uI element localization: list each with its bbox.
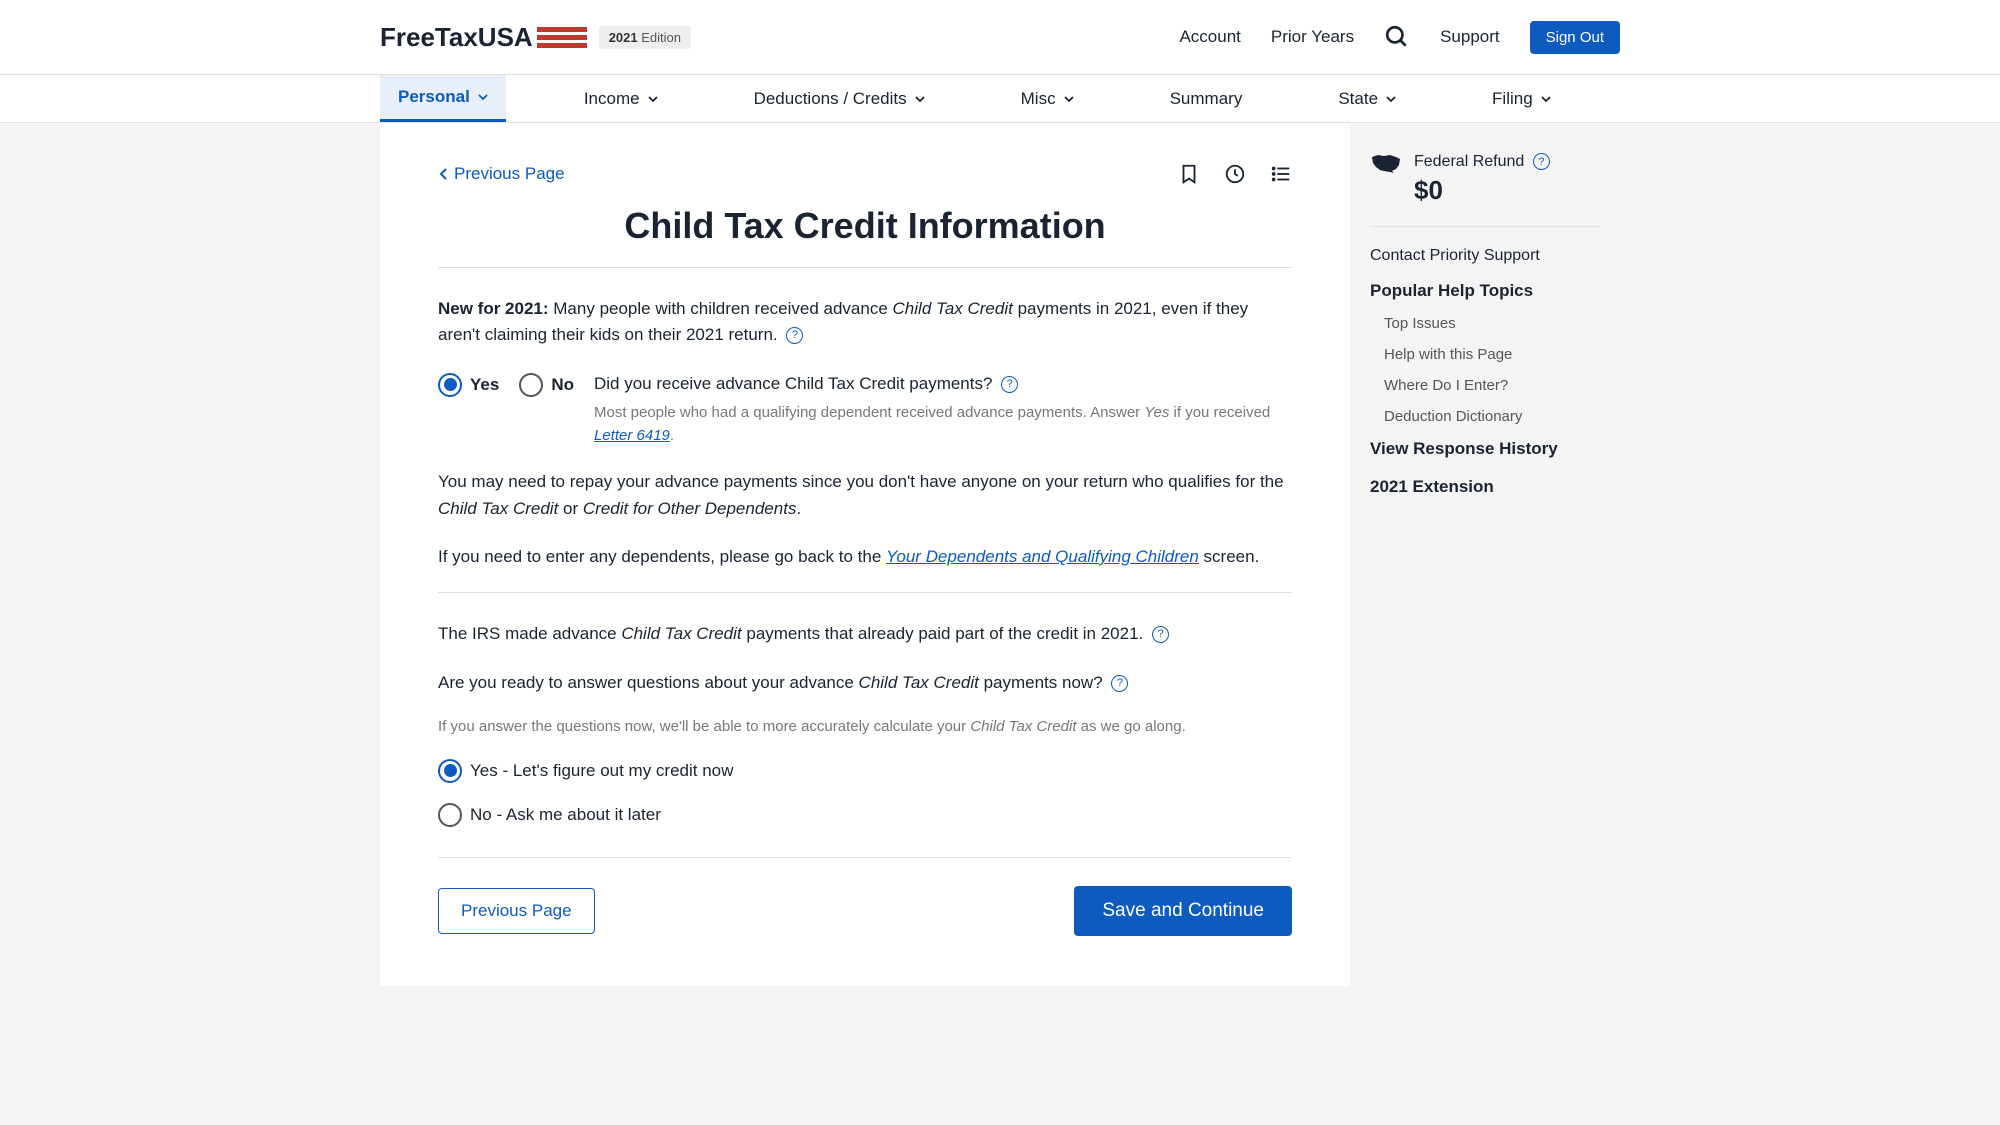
question-1: Yes No Did you receive advance Child Tax… xyxy=(438,371,1292,448)
button-row: Previous Page Save and Continue xyxy=(438,886,1292,936)
question-2: Yes - Let's figure out my credit now No … xyxy=(438,759,1292,827)
usa-map-icon xyxy=(1370,153,1402,175)
help-icon[interactable]: ? xyxy=(1111,675,1128,692)
menu-bar: Personal Income Deductions / Credits Misc Su… xyxy=(0,75,2000,123)
radio-checked-icon xyxy=(438,759,462,783)
previous-page-link[interactable]: Previous Page xyxy=(438,164,565,184)
help-icon[interactable]: ? xyxy=(1001,376,1018,393)
contact-support-link[interactable]: Contact Priority Support xyxy=(1370,247,1600,265)
chevron-down-icon xyxy=(915,94,925,104)
bookmark-icon[interactable] xyxy=(1178,163,1200,185)
nav-account[interactable]: Account xyxy=(1179,27,1240,47)
divider xyxy=(438,592,1292,593)
menu-item-income[interactable]: Income xyxy=(566,75,676,122)
radio-checked-icon xyxy=(438,373,462,397)
intro-bold: New for 2021: xyxy=(438,299,549,318)
chevron-left-icon xyxy=(438,167,448,181)
nav-support[interactable]: Support xyxy=(1440,27,1500,47)
menu-item-state[interactable]: State xyxy=(1320,75,1414,122)
intro-paragraph: New for 2021: Many people with children … xyxy=(438,296,1292,349)
logo-group: FreeTaxUSA 2021 Edition xyxy=(380,22,691,53)
q1-text: Did you receive advance Child Tax Credit… xyxy=(594,371,1292,397)
toolbar-icons xyxy=(1178,163,1292,185)
view-response-history-link[interactable]: View Response History xyxy=(1370,439,1600,459)
chevron-down-icon xyxy=(478,92,488,102)
divider xyxy=(438,857,1292,858)
help-topic-link[interactable]: Help with this Page xyxy=(1384,346,1600,363)
divider xyxy=(438,267,1292,268)
content-panel: Previous Page Child Tax Credit Informati… xyxy=(380,123,1350,986)
top-header: FreeTaxUSA 2021 Edition Account Prior Ye… xyxy=(0,0,2000,75)
refund-box: Federal Refund ? $0 xyxy=(1370,153,1600,227)
nav-prior-years[interactable]: Prior Years xyxy=(1271,27,1354,47)
logo[interactable]: FreeTaxUSA xyxy=(380,22,587,53)
extension-link[interactable]: 2021 Extension xyxy=(1370,477,1600,497)
chevron-down-icon xyxy=(1541,94,1551,104)
help-topic-link[interactable]: Deduction Dictionary xyxy=(1384,408,1600,425)
radio-unchecked-icon xyxy=(519,373,543,397)
ready-paragraph: Are you ready to answer questions about … xyxy=(438,670,1292,696)
dependents-paragraph: If you need to enter any dependents, ple… xyxy=(438,544,1292,570)
dependents-link[interactable]: Your Dependents and Qualifying Children xyxy=(886,547,1199,566)
irs-paragraph: The IRS made advance Child Tax Credit pa… xyxy=(438,621,1292,647)
menu-item-deductions-credits[interactable]: Deductions / Credits xyxy=(736,75,943,122)
flag-stripes-icon xyxy=(537,24,587,51)
radio-unchecked-icon xyxy=(438,803,462,827)
chevron-down-icon xyxy=(1386,94,1396,104)
q2-radio-no[interactable]: No - Ask me about it later xyxy=(438,803,1292,827)
help-icon[interactable]: ? xyxy=(786,327,803,344)
edition-year: 2021 xyxy=(609,30,638,45)
q2-radio-yes[interactable]: Yes - Let's figure out my credit now xyxy=(438,759,1292,783)
page-title: Child Tax Credit Information xyxy=(438,205,1292,247)
logo-text: FreeTaxUSA xyxy=(380,22,533,53)
help-topic-link[interactable]: Top Issues xyxy=(1384,315,1600,332)
list-icon[interactable] xyxy=(1270,163,1292,185)
edition-label: Edition xyxy=(641,30,681,45)
chevron-down-icon xyxy=(1064,94,1074,104)
top-nav: Account Prior Years Support Sign Out xyxy=(1179,21,1620,54)
previous-page-label: Previous Page xyxy=(454,164,565,184)
letter-6419-link[interactable]: Letter 6419 xyxy=(594,427,670,444)
refund-amount: $0 xyxy=(1414,175,1550,206)
menu-item-personal[interactable]: Personal xyxy=(380,75,506,122)
menu-item-misc[interactable]: Misc xyxy=(1003,75,1092,122)
side-panel: Federal Refund ? $0 Contact Priority Sup… xyxy=(1350,123,1620,986)
clock-icon[interactable] xyxy=(1224,163,1246,185)
refund-label: Federal Refund ? xyxy=(1414,153,1550,171)
q1-radio-yes[interactable]: Yes xyxy=(438,373,499,397)
popular-topics-heading: Popular Help Topics xyxy=(1370,281,1600,301)
menu-item-summary[interactable]: Summary xyxy=(1152,75,1261,122)
sign-out-button[interactable]: Sign Out xyxy=(1530,21,1620,54)
previous-page-button[interactable]: Previous Page xyxy=(438,888,595,934)
help-icon[interactable]: ? xyxy=(1533,153,1550,170)
help-topic-link[interactable]: Where Do I Enter? xyxy=(1384,377,1600,394)
save-continue-button[interactable]: Save and Continue xyxy=(1074,886,1292,936)
menu-item-filing[interactable]: Filing xyxy=(1474,75,1569,122)
help-icon[interactable]: ? xyxy=(1152,626,1169,643)
chevron-down-icon xyxy=(648,94,658,104)
repay-paragraph: You may need to repay your advance payme… xyxy=(438,469,1292,522)
search-icon[interactable] xyxy=(1384,24,1410,50)
q1-radio-no[interactable]: No xyxy=(519,373,574,397)
q1-hint: Most people who had a qualifying depende… xyxy=(594,402,1292,447)
ready-hint: If you answer the questions now, we'll b… xyxy=(438,718,1292,735)
edition-badge: 2021 Edition xyxy=(599,26,691,49)
